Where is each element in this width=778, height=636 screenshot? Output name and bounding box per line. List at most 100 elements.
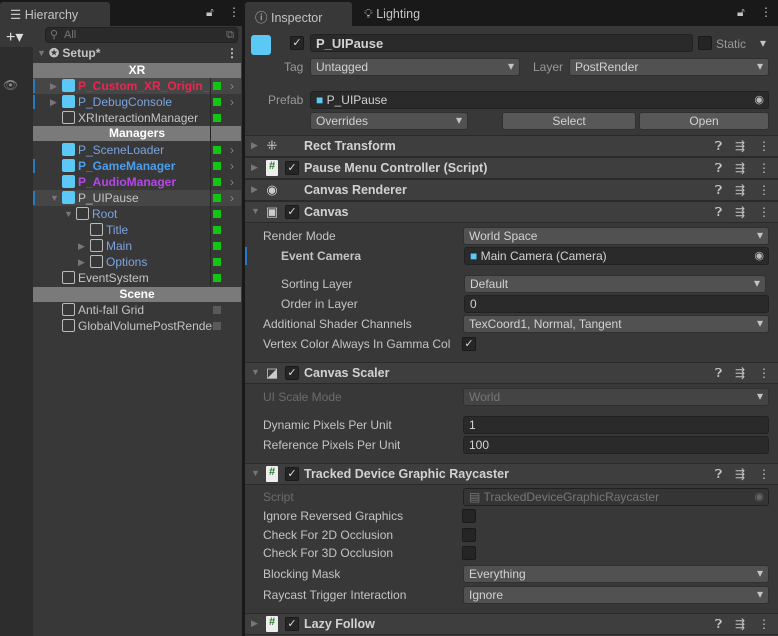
presets-icon[interactable]: ⇶: [735, 617, 745, 631]
component-menu-icon[interactable]: ⋮: [758, 183, 770, 197]
add-button[interactable]: +▾: [6, 27, 23, 47]
expand-arrow[interactable]: ▶: [251, 618, 258, 629]
component-header-renderer[interactable]: ▶ ◉ Canvas Renderer ❓︎ ⇶ ⋮: [245, 179, 778, 201]
chevron-right-icon[interactable]: ›: [230, 174, 234, 190]
order-in-layer-input[interactable]: 0: [464, 295, 769, 313]
visibility-icon[interactable]: 👁︎: [3, 78, 18, 92]
tab-lighting[interactable]: 💡︎ Lighting: [354, 2, 454, 26]
component-header-scaler[interactable]: ▼ ◪ ✓ Canvas Scaler ❓︎ ⇶ ⋮: [245, 362, 778, 384]
sorting-layer-dropdown[interactable]: Default: [464, 275, 766, 293]
expand-arrow[interactable]: ▶: [251, 140, 258, 151]
active-indicator[interactable]: [213, 226, 221, 234]
help-icon[interactable]: ❓︎: [715, 205, 722, 220]
presets-icon[interactable]: ⇶: [735, 139, 745, 153]
expand-arrow[interactable]: ▶: [50, 94, 57, 110]
expand-arrow[interactable]: ▶: [78, 238, 85, 254]
expand-arrow[interactable]: ▶: [50, 78, 57, 94]
component-menu-icon[interactable]: ⋮: [758, 139, 770, 153]
reference-ppu-input[interactable]: 100: [463, 436, 769, 454]
component-header-canvas[interactable]: ▼ ▣ ✓ Canvas ❓︎ ⇶ ⋮: [245, 201, 778, 223]
component-header-pause[interactable]: ▶ # ✓ Pause Menu Controller (Script) ❓︎ ⇶ ⋮: [245, 157, 778, 179]
component-enabled-checkbox[interactable]: ✓: [285, 205, 299, 219]
more-icon[interactable]: ⋮: [228, 5, 240, 19]
expand-arrow[interactable]: ▼: [50, 190, 59, 206]
chevron-right-icon[interactable]: ›: [230, 190, 234, 206]
component-menu-icon[interactable]: ⋮: [758, 205, 770, 219]
tab-inspector[interactable]: ⓘ Inspector: [245, 2, 352, 26]
active-indicator[interactable]: [213, 146, 221, 154]
presets-icon[interactable]: ⇶: [735, 183, 745, 197]
event-camera-field[interactable]: ■ Main Camera (Camera) ◉: [464, 247, 769, 265]
chevron-right-icon[interactable]: ›: [230, 158, 234, 174]
expand-arrow[interactable]: ▶: [251, 184, 258, 195]
help-icon[interactable]: ❓︎: [715, 161, 722, 176]
help-icon[interactable]: ❓︎: [715, 139, 722, 154]
open-button[interactable]: Open: [639, 112, 769, 130]
chevron-right-icon[interactable]: ›: [230, 94, 234, 110]
expand-arrow[interactable]: ▶: [78, 254, 85, 270]
ignore-reversed-checkbox[interactable]: [462, 509, 476, 523]
shader-channels-dropdown[interactable]: TexCoord1, Normal, Tangent: [463, 315, 769, 333]
expand-arrow[interactable]: ▼: [251, 468, 260, 478]
check-3d-checkbox[interactable]: [462, 546, 476, 560]
active-indicator[interactable]: [213, 274, 221, 282]
raycast-trigger-dropdown[interactable]: Ignore: [463, 586, 769, 604]
component-enabled-checkbox[interactable]: ✓: [285, 161, 299, 175]
component-menu-icon[interactable]: ⋮: [758, 467, 770, 481]
name-input[interactable]: P_UIPause: [310, 34, 693, 52]
active-indicator[interactable]: [213, 258, 221, 266]
presets-icon[interactable]: ⇶: [735, 161, 745, 175]
more-icon[interactable]: ⋮: [760, 5, 772, 19]
prefab-field[interactable]: ■ P_UIPause ◉: [310, 91, 769, 109]
blocking-mask-dropdown[interactable]: Everything: [463, 565, 769, 583]
static-dropdown-icon[interactable]: ▾: [760, 36, 766, 50]
component-enabled-checkbox[interactable]: ✓: [285, 366, 299, 380]
expand-arrow[interactable]: ▼: [64, 206, 73, 222]
active-indicator[interactable]: [213, 322, 221, 330]
lock-icon[interactable]: 🔓︎: [206, 5, 214, 20]
expand-arrow[interactable]: ▼: [251, 367, 260, 377]
active-indicator[interactable]: [213, 306, 221, 314]
presets-icon[interactable]: ⇶: [735, 205, 745, 219]
active-checkbox[interactable]: ✓: [290, 36, 304, 50]
active-indicator[interactable]: [213, 98, 221, 106]
tag-dropdown[interactable]: Untagged: [310, 58, 520, 76]
expand-arrow[interactable]: ▶: [251, 162, 258, 173]
hierarchy-item[interactable]: Anti-fall Grid: [33, 302, 241, 318]
select-button[interactable]: Select: [502, 112, 636, 130]
layer-dropdown[interactable]: PostRender: [569, 58, 769, 76]
scene-row[interactable]: ▼ ✪ Setup* ⋮: [33, 45, 241, 61]
active-indicator[interactable]: [213, 114, 221, 122]
chevron-right-icon[interactable]: ›: [230, 78, 234, 94]
search-input[interactable]: ⚲ All ⧉: [45, 27, 238, 43]
component-menu-icon[interactable]: ⋮: [758, 366, 770, 380]
component-menu-icon[interactable]: ⋮: [758, 617, 770, 631]
scene-menu-icon[interactable]: ⋮: [226, 45, 238, 61]
object-picker-icon[interactable]: ◉: [754, 249, 764, 262]
active-indicator[interactable]: [213, 242, 221, 250]
lock-icon[interactable]: 🔓︎: [737, 5, 745, 20]
collapse-arrow[interactable]: ▼: [37, 45, 46, 61]
render-mode-dropdown[interactable]: World Space: [463, 227, 769, 245]
component-enabled-checkbox[interactable]: ✓: [285, 617, 299, 631]
static-checkbox[interactable]: [698, 36, 712, 50]
help-icon[interactable]: ❓︎: [715, 617, 722, 632]
presets-icon[interactable]: ⇶: [735, 467, 745, 481]
help-icon[interactable]: ❓︎: [715, 183, 722, 198]
active-indicator[interactable]: [213, 210, 221, 218]
help-icon[interactable]: ❓︎: [715, 467, 722, 482]
tab-hierarchy[interactable]: ☰ Hierarchy: [0, 2, 110, 26]
chevron-right-icon[interactable]: ›: [230, 142, 234, 158]
active-indicator[interactable]: [213, 194, 221, 202]
component-header-raycaster[interactable]: ▼ # ✓ Tracked Device Graphic Raycaster ❓︎ ⇶ ⋮: [245, 463, 778, 485]
expand-arrow[interactable]: ▼: [251, 206, 260, 216]
expand-icon[interactable]: ⧉: [226, 28, 234, 42]
active-indicator[interactable]: [213, 178, 221, 186]
vertex-color-checkbox[interactable]: ✓: [462, 337, 476, 351]
component-header-rect[interactable]: ▶ ⁜ Rect Transform ❓︎ ⇶ ⋮: [245, 135, 778, 157]
component-header-lazy[interactable]: ▶ # ✓ Lazy Follow ❓︎ ⇶ ⋮: [245, 613, 778, 635]
check-2d-checkbox[interactable]: [462, 528, 476, 542]
dynamic-ppu-input[interactable]: 1: [463, 416, 769, 434]
component-menu-icon[interactable]: ⋮: [758, 161, 770, 175]
presets-icon[interactable]: ⇶: [735, 366, 745, 380]
